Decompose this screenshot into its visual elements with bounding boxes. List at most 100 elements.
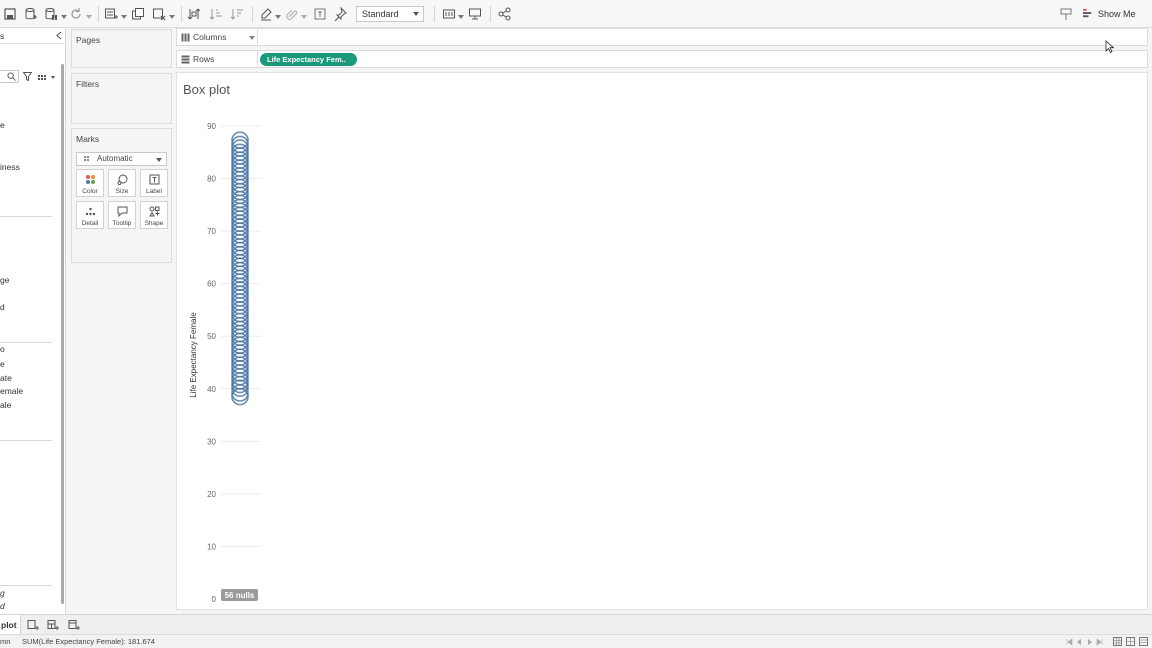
toolbar: Standard Show Me [0,0,1152,28]
chevron-down-icon [413,12,419,16]
data-pane-title: s [0,31,5,41]
size-label: Size [115,188,129,195]
pin-highlight-icon[interactable] [1059,7,1073,21]
filters-title: Filters [76,79,100,89]
data-field[interactable]: ge [0,275,9,285]
y-tick-label: 90 [207,122,216,131]
size-button[interactable]: Size [108,169,136,197]
marks-card: Marks Automatic Color Size Label Detail … [71,128,172,263]
data-marks[interactable] [231,131,249,406]
data-field[interactable]: ate [0,373,12,383]
rows-shelf[interactable]: Rows Life Expectancy Fem.. [176,50,1148,68]
view-options-icon[interactable] [38,73,56,80]
save-icon[interactable] [3,7,17,21]
clear-dropdown-icon[interactable] [169,12,175,19]
tableau-window: Standard Show Me s e iness ge d o e ate … [0,0,1152,648]
view-mode-icons[interactable] [1113,637,1149,646]
search-input[interactable] [0,70,19,83]
new-dashboard-icon[interactable] [47,619,59,631]
show-me-button[interactable]: Show Me [1083,7,1145,21]
sort-descending-icon[interactable] [230,7,244,21]
collapse-icon[interactable] [55,31,63,40]
highlight-dropdown-icon[interactable] [275,12,281,19]
fit-dropdown[interactable]: Standard [356,6,424,22]
data-field[interactable]: o [0,344,5,354]
data-field[interactable]: iness [0,162,20,172]
sheet-navigation-icons[interactable] [1066,638,1116,646]
pause-icon[interactable] [44,7,58,21]
y-tick-label: 70 [207,227,216,236]
data-field[interactable]: ale [0,400,11,410]
shape-label: Shape [144,220,164,227]
swap-icon[interactable] [187,7,201,21]
fit-dropdown-icon[interactable] [458,12,464,19]
detail-button[interactable]: Detail [76,201,104,229]
data-pane-header: s [0,28,66,44]
new-worksheet-icon[interactable] [27,619,39,631]
tooltip-button[interactable]: Tooltip [108,201,136,229]
sort-ascending-icon[interactable] [209,7,223,21]
null-indicator[interactable]: 56 nulls [221,589,258,601]
duplicate-icon[interactable] [131,7,145,21]
detail-label: Detail [81,220,99,227]
chevron-down-icon[interactable] [249,35,255,41]
presentation-icon[interactable] [468,7,482,21]
mark-type-dropdown[interactable]: Automatic [76,152,167,166]
data-field[interactable]: e [0,359,5,369]
new-story-icon[interactable] [68,619,80,631]
columns-shelf[interactable]: Columns [176,28,1148,46]
size-icon [117,174,128,185]
label-button[interactable]: Label [140,169,168,197]
rows-icon [181,55,190,64]
show-me-icon [1083,8,1092,18]
data-field[interactable]: d [0,601,5,611]
automatic-mark-icon [84,156,89,161]
columns-icon [181,33,190,42]
filter-icon[interactable] [22,72,33,82]
data-pane: s e iness ge d o e ate emale ale g d [0,28,66,615]
data-field[interactable]: g [0,588,5,598]
status-fragment: mn [0,637,11,646]
life-expectancy-female-pill[interactable]: Life Expectancy Fem.. [260,53,357,66]
pages-card[interactable]: Pages [71,29,172,68]
filters-card[interactable]: Filters [71,73,172,124]
marks-title: Marks [76,134,100,144]
new-worksheet-icon[interactable] [104,7,118,21]
labels-icon[interactable] [313,7,327,21]
highlight-icon[interactable] [259,7,273,21]
refresh-icon[interactable] [69,7,83,21]
data-pane-scrollbar[interactable] [61,64,64,604]
pages-title: Pages [76,35,101,45]
color-label: Color [82,188,98,195]
fit-value: Standard [362,9,399,19]
worksheet-view: Box plot 0 10 20 30 40 50 60 70 80 90 Life Expect… [176,72,1148,610]
grid-lines [221,125,261,600]
pane-divider [0,216,52,217]
toolbar-separator [98,6,99,22]
refresh-dropdown-icon[interactable] [86,12,92,19]
clear-icon[interactable] [152,7,166,21]
share-icon[interactable] [498,7,512,21]
search-icon [7,72,16,81]
data-field[interactable]: d [0,302,5,312]
sheet-tab-box-plot[interactable]: plot [0,615,21,635]
null-indicator-label: 56 nulls [225,591,255,600]
data-field[interactable]: e [0,120,5,130]
new-data-source-icon[interactable] [24,7,38,21]
chevron-down-icon [156,158,162,162]
fit-icon[interactable] [442,7,456,21]
pause-dropdown-icon[interactable] [61,12,67,19]
status-summary: SUM(Life Expectancy Female): 181.674 [22,637,155,646]
rows-label: Rows [193,54,215,64]
data-field[interactable]: emale [0,386,23,396]
y-tick-label: 10 [207,542,216,551]
shelf-divider [257,29,258,45]
pin-icon[interactable] [333,7,347,21]
new-worksheet-dropdown-icon[interactable] [121,12,127,19]
color-icon [86,175,95,184]
group-icon[interactable] [285,7,299,21]
color-button[interactable]: Color [76,169,104,197]
pane-divider [0,342,52,343]
shape-button[interactable]: Shape [140,201,168,229]
group-dropdown-icon[interactable] [301,12,307,19]
